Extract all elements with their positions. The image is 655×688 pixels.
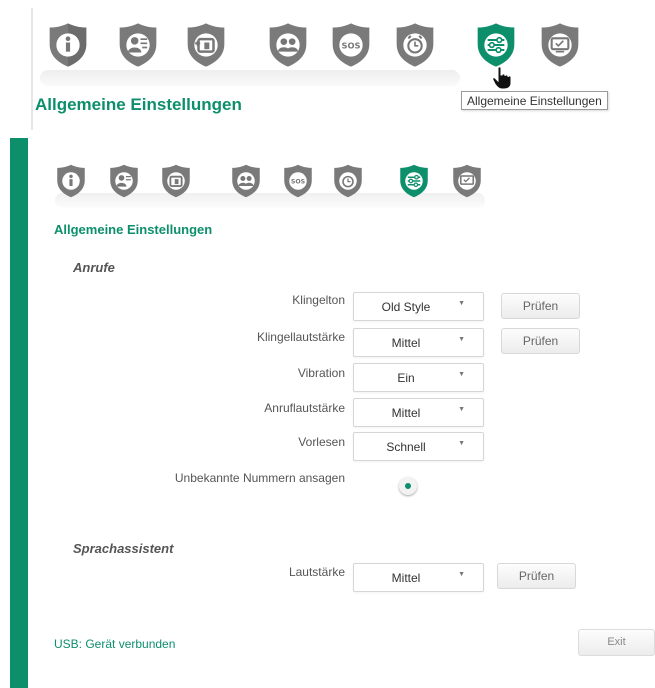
ring-volume-label: Klingellautstärke (256, 330, 345, 344)
page-title: Allgemeine Einstellungen (54, 222, 213, 237)
assistant-volume-label: Lautstärke (288, 565, 345, 579)
vibration-select[interactable]: Ein ▼ (353, 363, 484, 392)
settings-window: SOS Allgemeine Einstellungen Anrufe Klin… (0, 138, 655, 688)
speed-dial-icon[interactable] (186, 22, 226, 68)
info-icon[interactable] (56, 164, 86, 198)
svg-text:SOS: SOS (291, 179, 306, 186)
contacts-icon[interactable] (118, 22, 158, 68)
chevron-down-icon: ▼ (458, 300, 465, 307)
ringtone-test-button[interactable]: Prüfen (501, 293, 580, 319)
sos-icon[interactable]: SOS (331, 22, 371, 68)
vibration-label: Vibration (297, 366, 345, 380)
announce-unknown-label: Unbekannte Nummern ansagen (174, 471, 345, 485)
assistant-volume-select[interactable]: Mittel ▼ (353, 563, 484, 592)
connection-status: USB: Gerät verbunden (54, 637, 176, 651)
readout-label: Vorlesen (298, 435, 345, 449)
chevron-down-icon: ▼ (458, 440, 465, 447)
info-icon[interactable] (48, 22, 88, 68)
group-icon[interactable] (268, 22, 308, 68)
settings-sliders-icon[interactable] (476, 22, 516, 68)
vibration-value: Ein (397, 371, 415, 385)
call-volume-select[interactable]: Mittel ▼ (353, 398, 484, 427)
zoomed-header: SOS Allgemeine Einstellungen Allgemeine … (0, 0, 655, 135)
ring-volume-select[interactable]: Mittel ▼ (353, 328, 484, 357)
readout-value: Schnell (386, 440, 426, 454)
speed-dial-icon[interactable] (161, 164, 191, 198)
screen-icon[interactable] (540, 22, 580, 68)
announce-unknown-radio[interactable] (399, 477, 417, 495)
chevron-down-icon: ▼ (458, 336, 465, 343)
exit-button[interactable]: Exit (578, 629, 655, 656)
ring-volume-value: Mittel (391, 336, 421, 350)
assistant-volume-test-button[interactable]: Prüfen (497, 563, 576, 589)
tooltip: Allgemeine Einstellungen (461, 91, 608, 110)
alarm-icon[interactable] (333, 164, 363, 198)
ringtone-select[interactable]: Old Style ▼ (353, 292, 484, 321)
ringtone-value: Old Style (381, 300, 431, 314)
icon-bar-floor (40, 70, 460, 86)
call-volume-value: Mittel (391, 406, 421, 420)
sos-icon[interactable]: SOS (283, 164, 313, 198)
contacts-icon[interactable] (109, 164, 139, 198)
ringtone-label: Klingelton (292, 293, 345, 307)
assistant-volume-value: Mittel (391, 571, 421, 585)
divider (31, 8, 33, 130)
chevron-down-icon: ▼ (458, 406, 465, 413)
ring-volume-test-button[interactable]: Prüfen (501, 328, 580, 354)
section-title-assistant: Sprachassistent (73, 541, 174, 556)
hand-cursor-icon (492, 66, 512, 90)
alarm-icon[interactable] (395, 22, 435, 68)
zoomed-page-title: Allgemeine Einstellungen (35, 95, 242, 114)
chevron-down-icon: ▼ (458, 371, 465, 378)
group-icon[interactable] (231, 164, 261, 198)
settings-sliders-icon[interactable] (399, 164, 429, 198)
screen-icon[interactable] (452, 164, 482, 198)
radio-checked-indicator (405, 483, 411, 489)
chevron-down-icon: ▼ (458, 571, 465, 578)
call-volume-label: Anruflautstärke (264, 401, 345, 415)
section-title-calls: Anrufe (73, 260, 115, 275)
readout-select[interactable]: Schnell ▼ (353, 432, 484, 461)
accent-sidebar (10, 138, 28, 688)
svg-text:SOS: SOS (341, 40, 360, 50)
